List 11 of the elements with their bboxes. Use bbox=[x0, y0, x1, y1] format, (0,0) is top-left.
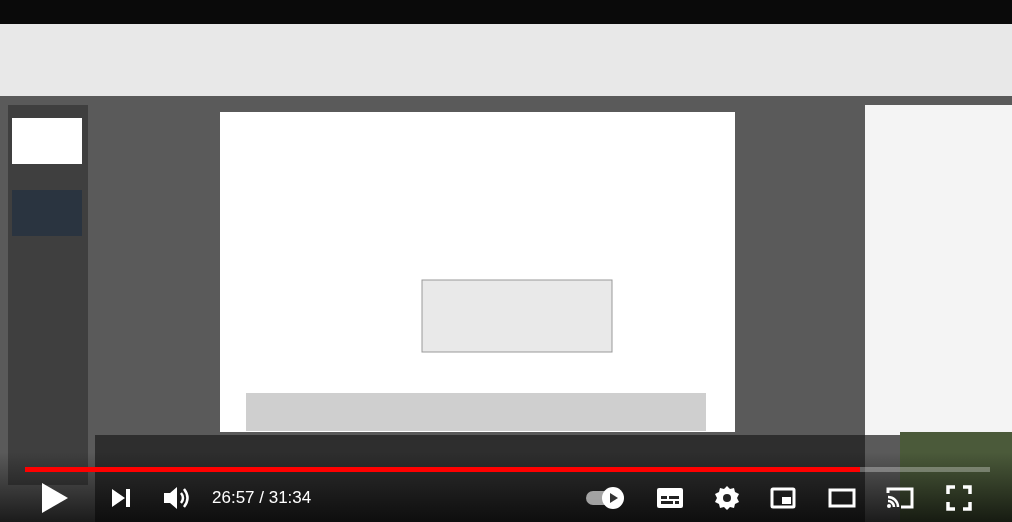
volume-icon[interactable] bbox=[162, 484, 192, 512]
next-icon[interactable] bbox=[110, 487, 132, 509]
time-display: 26:57 / 31:34 bbox=[212, 487, 312, 510]
theater-mode-icon[interactable] bbox=[828, 488, 856, 508]
settings-icon[interactable] bbox=[714, 485, 740, 511]
fullscreen-icon[interactable] bbox=[946, 485, 972, 511]
play-icon[interactable] bbox=[40, 481, 70, 515]
cast-icon[interactable] bbox=[886, 486, 914, 510]
miniplayer-icon[interactable] bbox=[770, 487, 796, 509]
subtitles-icon[interactable] bbox=[656, 487, 684, 509]
play-icon bbox=[608, 493, 618, 503]
